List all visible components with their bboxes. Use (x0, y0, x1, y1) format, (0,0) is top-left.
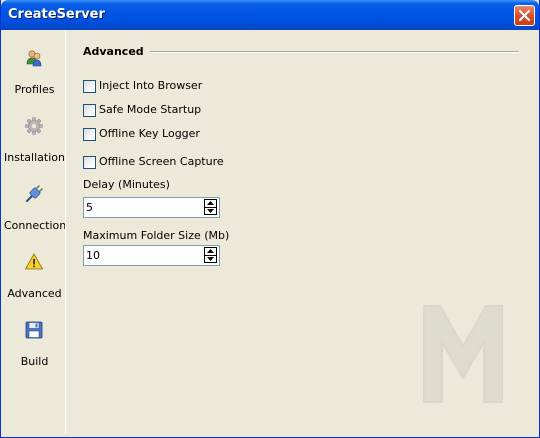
close-icon (519, 10, 530, 21)
max-folder-size-decrement-button[interactable] (204, 255, 217, 263)
sidebar-item-label: Build (20, 355, 49, 368)
sidebar-item-profiles[interactable]: Profiles (4, 48, 65, 114)
section-title: Advanced (83, 45, 144, 58)
checkbox-label: Safe Mode Startup (99, 103, 202, 116)
checkbox-box[interactable] (83, 80, 96, 93)
sidebar-item-label: Installation (4, 151, 65, 164)
arrow-down-icon (207, 209, 214, 213)
max-folder-size-label: Maximum Folder Size (Mb) (83, 229, 230, 242)
sidebar: Profiles Installation Connection Advance… (4, 30, 66, 434)
sidebar-item-label: Connection (4, 219, 67, 232)
create-server-window: CreateServer Profiles Installation Conne… (0, 0, 540, 438)
max-folder-size-spin-buttons (204, 247, 218, 264)
delay-input[interactable] (86, 200, 196, 215)
sidebar-item-advanced[interactable]: Advanced (4, 252, 65, 318)
checkbox-label: Inject Into Browser (99, 79, 203, 92)
gear-icon (25, 117, 43, 135)
delay-decrement-button[interactable] (204, 207, 217, 215)
delay-label: Delay (Minutes) (83, 178, 170, 191)
max-folder-size-increment-button[interactable] (204, 247, 217, 255)
watermark-logo (423, 305, 503, 403)
dialog-content: Profiles Installation Connection Advance… (4, 30, 536, 434)
checkbox-label: Offline Screen Capture (99, 155, 224, 168)
plug-icon (26, 185, 43, 202)
sidebar-item-build[interactable]: Build (4, 320, 65, 386)
section-divider (150, 51, 519, 53)
advanced-panel: Advanced Inject Into Browser Safe Mode S… (66, 30, 536, 434)
checkbox-box[interactable] (83, 104, 96, 117)
floppy-disk-icon (25, 321, 43, 339)
sidebar-item-installation[interactable]: Installation (4, 116, 65, 182)
arrow-up-icon (207, 249, 214, 253)
profiles-icon (26, 50, 42, 67)
sidebar-item-label: Profiles (14, 83, 55, 96)
arrow-up-icon (207, 201, 214, 205)
max-folder-size-spinner[interactable] (83, 245, 220, 266)
delay-spin-buttons (204, 199, 218, 216)
arrow-down-icon (207, 257, 214, 261)
sidebar-item-label: Advanced (7, 287, 62, 300)
checkbox-box[interactable] (83, 156, 96, 169)
checkbox-box[interactable] (83, 128, 96, 141)
warning-icon (25, 253, 43, 270)
max-folder-size-input[interactable] (86, 248, 196, 263)
checkbox-label: Offline Key Logger (99, 127, 200, 140)
delay-spinner[interactable] (83, 197, 220, 218)
title-bar[interactable]: CreateServer (1, 0, 539, 30)
delay-increment-button[interactable] (204, 199, 217, 207)
sidebar-item-connection[interactable]: Connection (4, 184, 67, 250)
close-button[interactable] (514, 5, 535, 26)
window-title: CreateServer (8, 7, 105, 22)
